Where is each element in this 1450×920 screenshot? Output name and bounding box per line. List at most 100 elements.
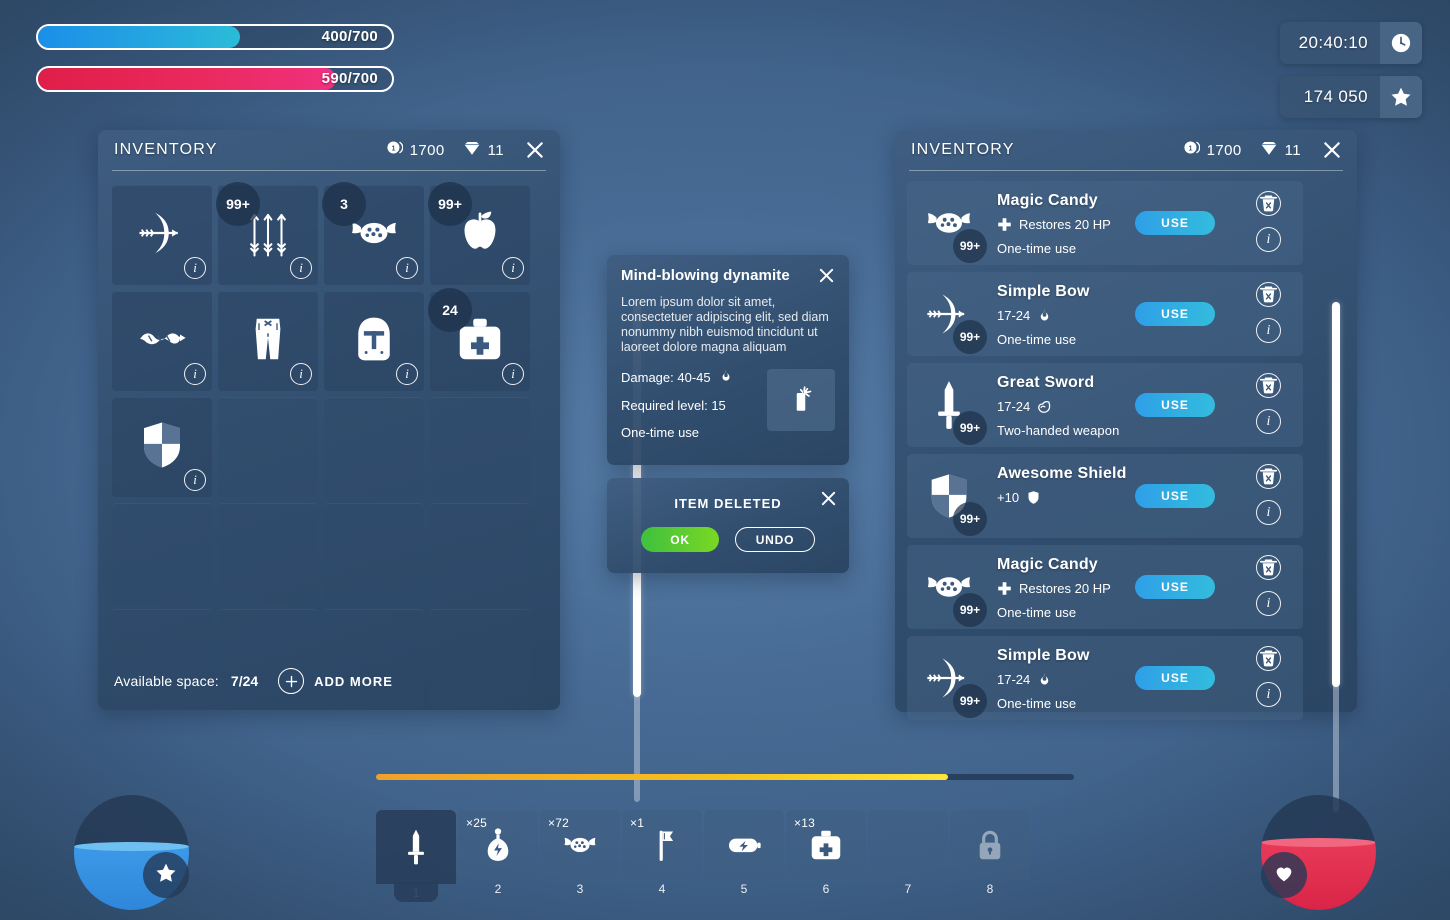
score-chip[interactable]: 174 050 — [1280, 76, 1422, 118]
inventory-list-row[interactable]: 99+ Great Sword 17-24 Two-handed weapon USE i — [907, 363, 1303, 447]
trash-icon[interactable] — [1256, 373, 1281, 398]
inventory-slot-pants[interactable]: i — [218, 291, 318, 391]
panel-title-left: INVENTORY — [114, 141, 218, 158]
use-button[interactable]: USE — [1135, 211, 1215, 235]
star-icon — [154, 861, 178, 890]
slot-info-button[interactable]: i — [184, 257, 206, 279]
inventory-slot-empty[interactable] — [324, 503, 424, 603]
inventory-slot-empty[interactable] — [218, 503, 318, 603]
item-name: Awesome Shield — [997, 465, 1127, 482]
close-icon[interactable] — [820, 490, 837, 512]
inventory-slot-bow[interactable]: i — [112, 185, 212, 285]
inventory-slot-empty[interactable] — [430, 397, 530, 497]
inventory-slot-empty[interactable] — [430, 503, 530, 603]
hotbar-slot-7[interactable]: 7 — [868, 810, 948, 896]
trash-icon[interactable] — [1256, 464, 1281, 489]
item-count-badge: 99+ — [953, 411, 987, 445]
hotbar-slot-2[interactable]: ×25 2 — [458, 810, 538, 896]
inventory-slot-empty[interactable] — [218, 397, 318, 497]
item-info-button[interactable]: i — [1256, 591, 1281, 616]
inventory-slot-apple[interactable]: 99+ i — [428, 182, 530, 285]
item-subtext: One-time use — [997, 696, 1077, 711]
hotbar-slot-8[interactable]: 8 — [950, 810, 1030, 896]
slot-info-button[interactable]: i — [184, 469, 206, 491]
slot-info-button[interactable]: i — [502, 257, 524, 279]
inventory-list-row[interactable]: 99+ Simple Bow 17-24 One-time use USE i — [907, 636, 1303, 720]
use-button[interactable]: USE — [1135, 666, 1215, 690]
inventory-list-row[interactable]: 99+ Magic Candy Restores 20 HP One-time use… — [907, 545, 1303, 629]
inventory-slot-helmet[interactable]: i — [324, 291, 424, 391]
inventory-slot-empty[interactable] — [112, 503, 212, 603]
item-stat-value: Restores 20 HP — [1019, 581, 1111, 596]
trash-icon[interactable] — [1256, 646, 1281, 671]
slot-info-button[interactable]: i — [290, 257, 312, 279]
hotbar-slot-4[interactable]: ×1 4 — [622, 810, 702, 896]
hotbar-slot-5[interactable]: 5 — [704, 810, 784, 896]
hotbar-slot-1[interactable]: 1 — [376, 810, 456, 902]
scrollbar-thumb-right[interactable] — [1332, 302, 1340, 687]
inventory-list-row[interactable]: 99+ Simple Bow 17-24 One-time use USE i — [907, 272, 1303, 356]
slot-info-button[interactable]: i — [396, 257, 418, 279]
use-button[interactable]: USE — [1135, 393, 1215, 417]
inventory-item-list: 99+ Magic Candy Restores 20 HP One-time use… — [895, 171, 1317, 720]
item-info-button[interactable]: i — [1256, 409, 1281, 434]
helmet-icon — [347, 312, 401, 366]
use-button[interactable]: USE — [1135, 575, 1215, 599]
health-orb-badge[interactable] — [1261, 852, 1307, 898]
item-name: Magic Candy — [997, 556, 1098, 573]
mana-orb-surface — [74, 841, 189, 851]
inventory-list-header: INVENTORY 1 1700 11 — [895, 130, 1357, 170]
add-more-button[interactable]: ADD MORE — [314, 674, 393, 689]
tooltip-description: Lorem ipsum dolor sit amet, consectetuer… — [621, 295, 829, 354]
tooltip-usage-label: One-time use — [621, 425, 700, 440]
inventory-list-row[interactable]: 99+ Magic Candy Restores 20 HP One-time use… — [907, 181, 1303, 265]
item-stat: Restores 20 HP — [997, 217, 1111, 232]
item-tooltip-card: Mind-blowing dynamite Lorem ipsum dolor … — [607, 255, 849, 465]
item-name: Simple Bow — [997, 283, 1090, 300]
hotbar-slot-6[interactable]: ×13 6 — [786, 810, 866, 896]
slot-info-button[interactable]: i — [502, 363, 524, 385]
muscle-icon — [1037, 399, 1052, 414]
inventory-list-row[interactable]: 99+ Awesome Shield +10 USE i — [907, 454, 1303, 538]
close-icon[interactable] — [524, 139, 546, 161]
trash-icon[interactable] — [1256, 191, 1281, 216]
health-orb-surface — [1261, 838, 1376, 848]
close-icon[interactable] — [818, 267, 835, 289]
slot-info-button[interactable]: i — [290, 363, 312, 385]
item-name: Magic Candy — [997, 192, 1098, 209]
scrollbar-track-right[interactable] — [1332, 302, 1340, 812]
sword-icon — [397, 828, 435, 866]
item-info-button[interactable]: i — [1256, 682, 1281, 707]
use-button[interactable]: USE — [1135, 302, 1215, 326]
undo-button[interactable]: UNDO — [735, 527, 815, 552]
hotbar-key-label: 3 — [576, 882, 584, 896]
trash-icon[interactable] — [1256, 282, 1281, 307]
inventory-slot-candy[interactable]: 3i — [322, 182, 424, 285]
dialog-title: ITEM DELETED — [674, 496, 782, 511]
slot-info-button[interactable]: i — [184, 363, 206, 385]
item-info-button[interactable]: i — [1256, 318, 1281, 343]
use-button[interactable]: USE — [1135, 484, 1215, 508]
item-stat-value: +10 — [997, 490, 1020, 505]
item-info-button[interactable]: i — [1256, 227, 1281, 252]
inventory-slot-medkit[interactable]: 24 i — [428, 288, 530, 391]
timer-chip[interactable]: 20:40:10 — [1280, 22, 1422, 64]
slot-info-button[interactable]: i — [396, 363, 418, 385]
mana-orb-badge[interactable] — [143, 852, 189, 898]
plus-icon[interactable] — [278, 668, 305, 694]
item-subtext: One-time use — [997, 605, 1077, 620]
coin-value-left: 1700 — [409, 141, 445, 159]
available-space-value: 7/24 — [230, 673, 259, 689]
inventory-slot-shield[interactable]: i — [112, 397, 212, 497]
item-count-badge: 99+ — [953, 593, 987, 627]
close-icon[interactable] — [1321, 139, 1343, 161]
inventory-slot-arrows[interactable]: 99+ i — [216, 182, 318, 285]
inventory-slot-rope[interactable]: i — [112, 291, 212, 391]
ok-button[interactable]: OK — [641, 527, 719, 552]
inventory-slot-empty[interactable] — [324, 397, 424, 497]
item-info-button[interactable]: i — [1256, 500, 1281, 525]
mana-orb-group — [37, 795, 189, 910]
hotbar-slot-3[interactable]: ×72 3 — [540, 810, 620, 896]
trash-icon[interactable] — [1256, 555, 1281, 580]
battery-icon — [725, 826, 763, 864]
